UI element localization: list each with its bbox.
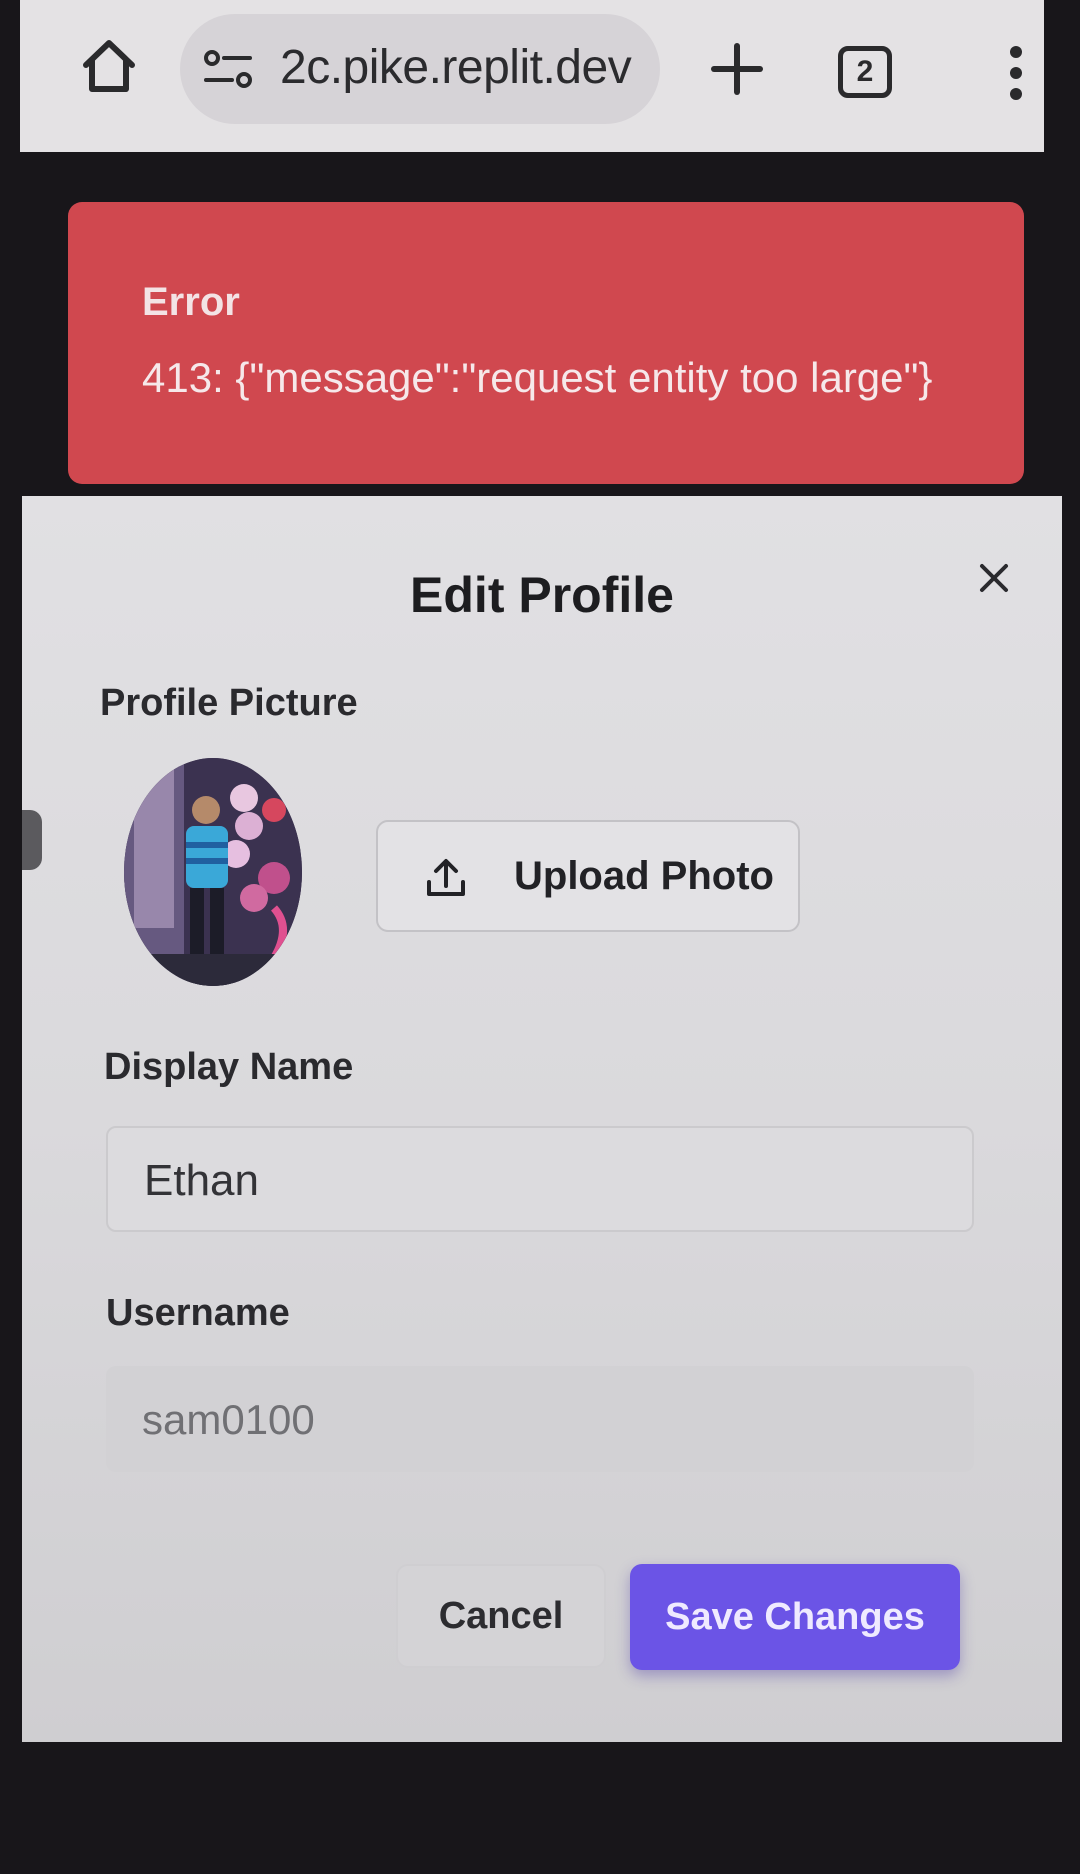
tab-count: 2: [856, 55, 874, 88]
username-label: Username: [106, 1292, 290, 1334]
error-title: Error: [142, 280, 240, 324]
browser-toolbar: 2c.pike.replit.dev 2: [20, 0, 1044, 152]
edge-handle: [22, 810, 42, 870]
error-message: 413: {"message":"request entity too larg…: [142, 354, 933, 401]
address-bar[interactable]: 2c.pike.replit.dev: [180, 14, 660, 124]
dialog-title: Edit Profile: [410, 567, 674, 623]
profile-picture-label: Profile Picture: [100, 682, 358, 724]
avatar: [124, 758, 302, 986]
error-toast: Error 413: {"message":"request entity to…: [68, 202, 1024, 484]
cancel-button[interactable]: Cancel: [396, 1564, 606, 1668]
screen: 2c.pike.replit.dev 2 Error 413: {"messag…: [0, 0, 1080, 1874]
edit-profile-dialog: Edit Profile Profile Picture Upload Phot…: [22, 496, 1062, 1742]
username-input: sam0100: [106, 1366, 974, 1472]
upload-icon: [424, 856, 468, 900]
save-changes-button[interactable]: Save Changes: [630, 1564, 960, 1670]
display-name-input[interactable]: Ethan: [106, 1126, 974, 1232]
upload-photo-label: Upload Photo: [514, 854, 774, 898]
display-name-value: Ethan: [144, 1156, 259, 1205]
tabs-icon[interactable]: 2: [838, 46, 892, 98]
upload-photo-button[interactable]: Upload Photo: [376, 820, 800, 932]
close-icon[interactable]: [972, 556, 1016, 600]
plus-icon[interactable]: [710, 42, 764, 96]
site-info-icon[interactable]: [202, 48, 254, 92]
home-icon[interactable]: [78, 35, 140, 97]
username-value: sam0100: [142, 1396, 315, 1443]
url-text[interactable]: 2c.pike.replit.dev: [280, 40, 632, 95]
more-vert-icon[interactable]: [998, 46, 1034, 100]
display-name-label: Display Name: [104, 1046, 354, 1088]
